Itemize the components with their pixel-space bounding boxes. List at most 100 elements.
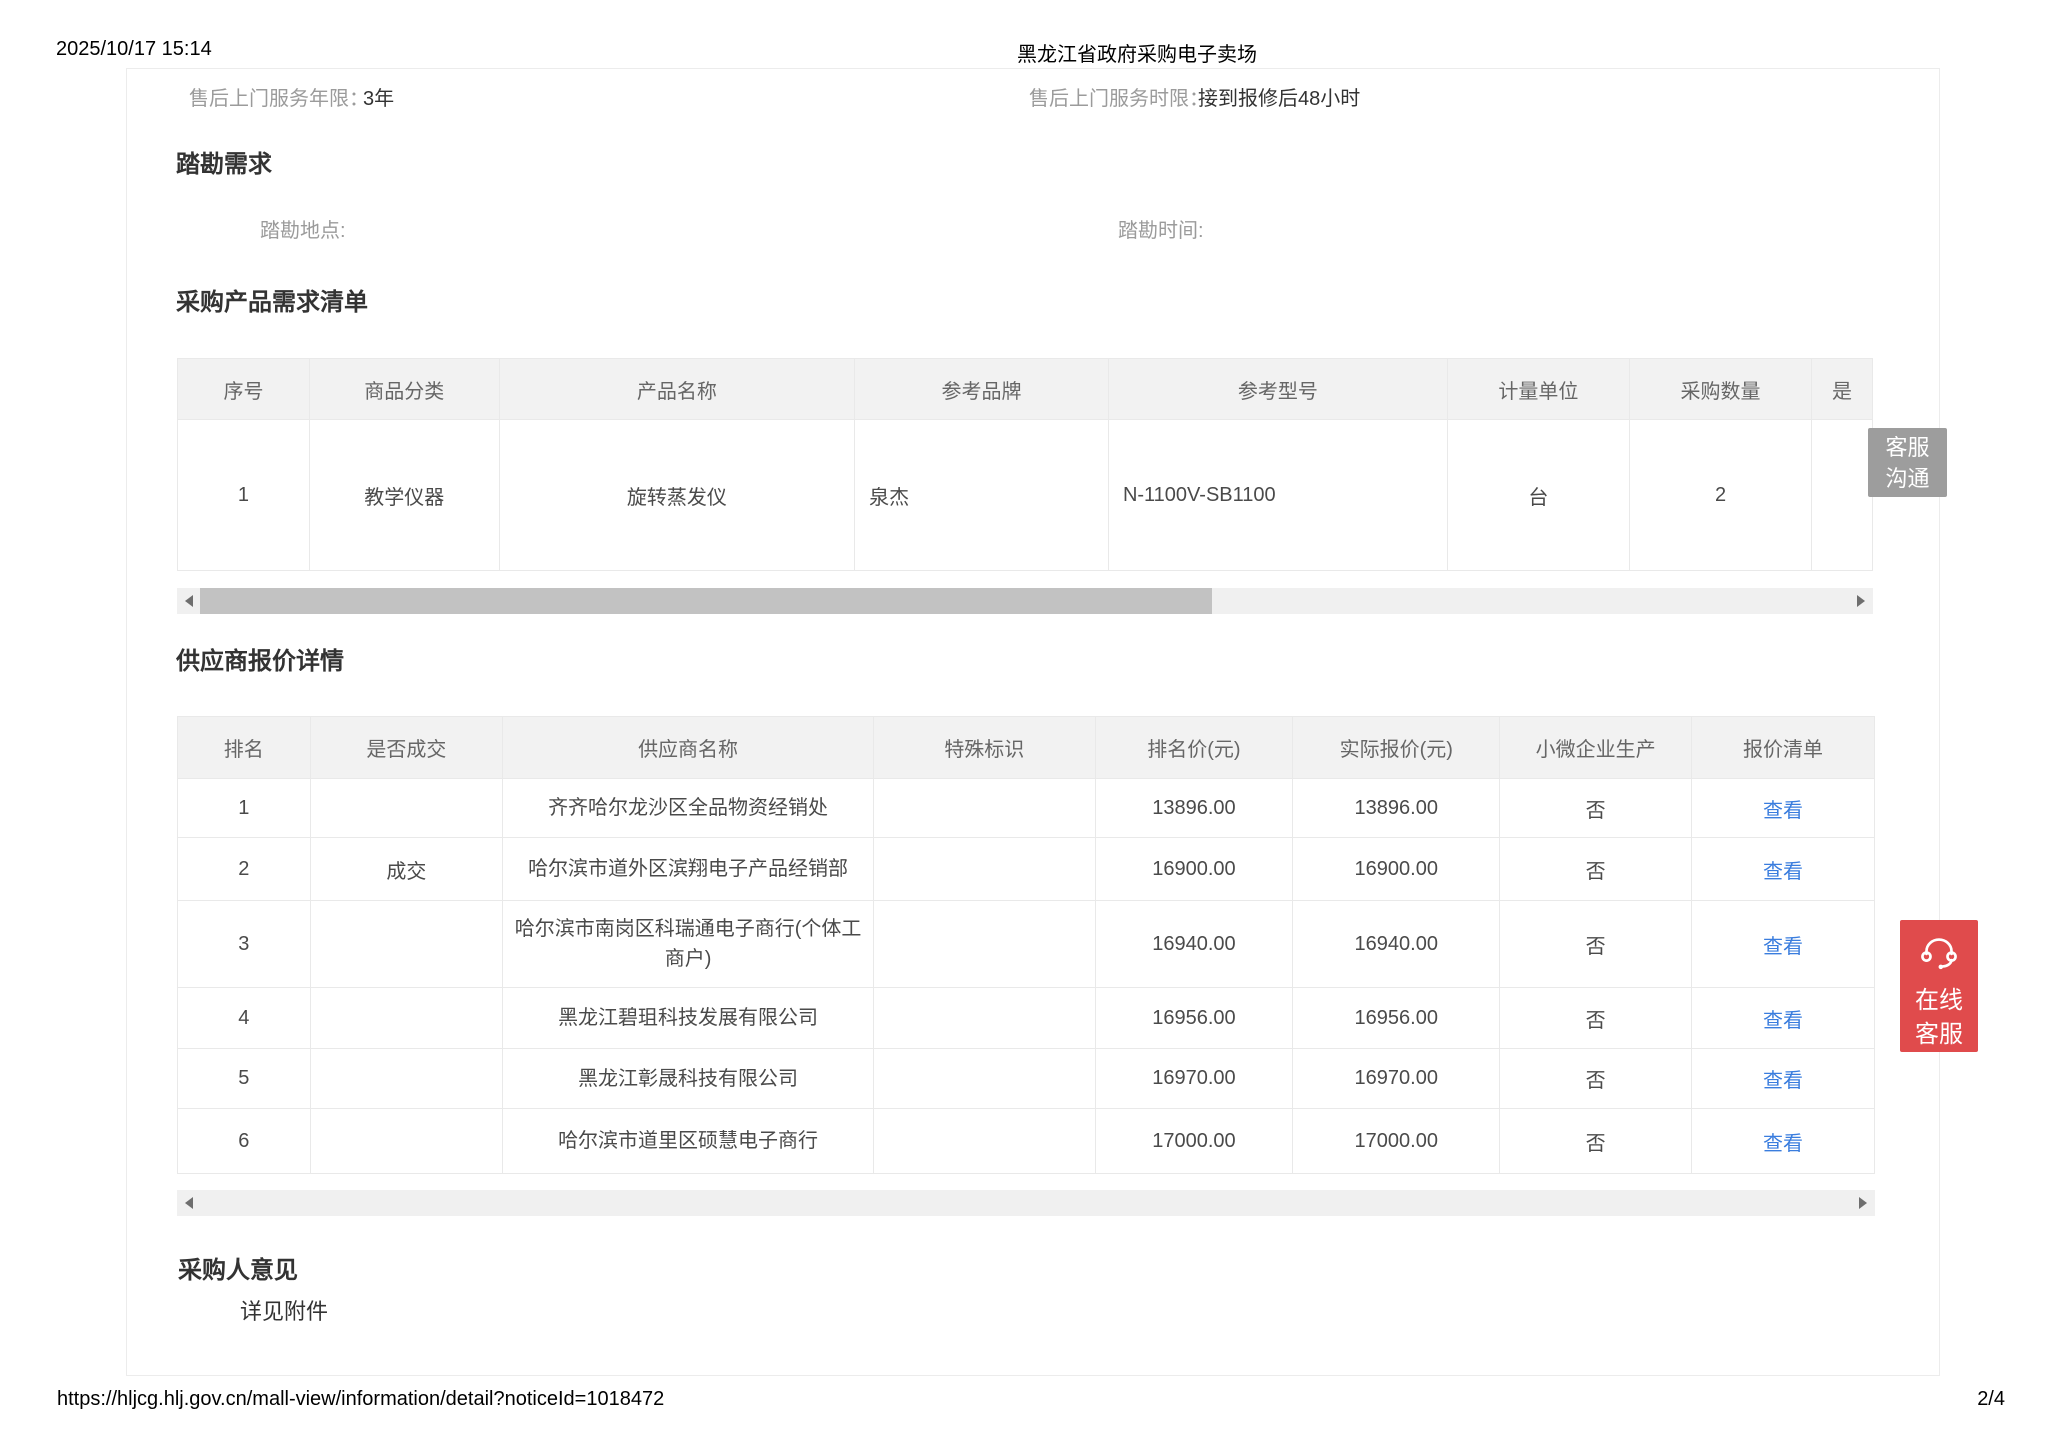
table-cell xyxy=(873,838,1095,901)
product-table-scrollbar[interactable] xyxy=(177,588,1873,614)
table-cell: 16940.00 xyxy=(1293,901,1500,988)
column-header: 计量单位 xyxy=(1447,359,1629,420)
column-header: 序号 xyxy=(178,359,310,420)
column-header: 参考型号 xyxy=(1108,359,1447,420)
table-cell: 2 xyxy=(178,838,311,901)
column-header: 排名价(元) xyxy=(1095,717,1292,779)
table-cell xyxy=(873,901,1095,988)
customer-chat-button[interactable]: 客服 沟通 xyxy=(1868,428,1947,497)
column-header: 供应商名称 xyxy=(503,717,874,779)
after-sales-time-label: 售后上门服务时限： xyxy=(1029,82,1209,111)
table-cell: 查看 xyxy=(1692,988,1875,1049)
view-quote-link[interactable]: 查看 xyxy=(1763,936,1803,958)
table-cell: N-1100V-SB1100 xyxy=(1108,420,1447,571)
headset-icon xyxy=(1917,936,1961,970)
print-datetime: 2025/10/17 15:14 xyxy=(56,38,212,61)
column-header: 商品分类 xyxy=(309,359,499,420)
column-header: 产品名称 xyxy=(499,359,854,420)
table-cell xyxy=(310,779,503,838)
print-footer-page-number: 2/4 xyxy=(1977,1388,2005,1411)
after-sales-years-label: 售后上门服务年限： xyxy=(189,82,369,111)
table-cell: 16970.00 xyxy=(1293,1049,1500,1109)
scroll-left-icon[interactable] xyxy=(185,1197,193,1209)
table-cell: 哈尔滨市道外区滨翔电子产品经销部 xyxy=(503,838,874,901)
product-section-heading: 采购产品需求清单 xyxy=(176,282,368,317)
print-footer-url: https://hljcg.hlj.gov.cn/mall-view/infor… xyxy=(57,1388,664,1411)
quote-table-viewport: 排名是否成交供应商名称特殊标识排名价(元)实际报价(元)小微企业生产报价清单1齐… xyxy=(177,716,1875,1174)
online-service-label-line2: 客服 xyxy=(1915,1018,1963,1052)
scroll-right-icon[interactable] xyxy=(1857,595,1865,607)
table-cell: 黑龙江彰晟科技有限公司 xyxy=(503,1049,874,1109)
opinion-section-heading: 采购人意见 xyxy=(178,1250,298,1285)
table-cell: 否 xyxy=(1500,901,1692,988)
table-cell: 教学仪器 xyxy=(309,420,499,571)
table-cell: 16900.00 xyxy=(1095,838,1292,901)
table-cell: 查看 xyxy=(1692,1109,1875,1174)
table-cell: 16956.00 xyxy=(1095,988,1292,1049)
table-cell: 1 xyxy=(178,420,310,571)
table-cell: 13896.00 xyxy=(1293,779,1500,838)
survey-section-heading: 踏勘需求 xyxy=(176,144,272,179)
column-header: 小微企业生产 xyxy=(1500,717,1692,779)
view-quote-link[interactable]: 查看 xyxy=(1763,1070,1803,1092)
table-cell: 6 xyxy=(178,1109,311,1174)
table-cell: 否 xyxy=(1500,838,1692,901)
table-cell: 否 xyxy=(1500,779,1692,838)
table-cell: 旋转蒸发仪 xyxy=(499,420,854,571)
view-quote-link[interactable]: 查看 xyxy=(1763,861,1803,883)
customer-chat-label-line2: 沟通 xyxy=(1868,463,1947,494)
table-cell: 成交 xyxy=(310,838,503,901)
table-cell: 齐齐哈尔龙沙区全品物资经销处 xyxy=(503,779,874,838)
table-cell: 否 xyxy=(1500,988,1692,1049)
table-cell: 查看 xyxy=(1692,838,1875,901)
table-cell: 查看 xyxy=(1692,779,1875,838)
product-table: 序号商品分类产品名称参考品牌参考型号计量单位采购数量是 1教学仪器旋转蒸发仪泉杰N… xyxy=(177,358,1873,571)
table-cell: 否 xyxy=(1500,1049,1692,1109)
table-cell: 16900.00 xyxy=(1293,838,1500,901)
table-cell xyxy=(873,779,1095,838)
table-cell xyxy=(310,901,503,988)
online-service-label-line1: 在线 xyxy=(1915,984,1963,1018)
column-header: 参考品牌 xyxy=(855,359,1109,420)
table-cell: 黑龙江碧珇科技发展有限公司 xyxy=(503,988,874,1049)
table-cell xyxy=(873,1109,1095,1174)
survey-time-label: 踏勘时间: xyxy=(1118,214,1204,243)
after-sales-years-value: 3年 xyxy=(363,82,394,111)
table-cell: 1 xyxy=(178,779,311,838)
view-quote-link[interactable]: 查看 xyxy=(1763,1133,1803,1155)
column-header: 是 xyxy=(1812,359,1873,420)
table-cell: 查看 xyxy=(1692,1049,1875,1109)
view-quote-link[interactable]: 查看 xyxy=(1763,1010,1803,1032)
survey-location-label: 踏勘地点: xyxy=(260,214,346,243)
column-header: 采购数量 xyxy=(1629,359,1811,420)
table-cell: 泉杰 xyxy=(855,420,1109,571)
scroll-right-icon[interactable] xyxy=(1859,1197,1867,1209)
table-cell: 13896.00 xyxy=(1095,779,1292,838)
table-cell: 3 xyxy=(178,901,311,988)
table-cell: 2 xyxy=(1629,420,1811,571)
table-cell xyxy=(873,988,1095,1049)
table-cell: 17000.00 xyxy=(1293,1109,1500,1174)
scrollbar-thumb[interactable] xyxy=(200,588,1212,614)
quote-section-heading: 供应商报价详情 xyxy=(176,641,344,676)
table-cell xyxy=(310,988,503,1049)
table-cell: 5 xyxy=(178,1049,311,1109)
column-header: 实际报价(元) xyxy=(1293,717,1500,779)
table-cell: 16940.00 xyxy=(1095,901,1292,988)
quote-table: 排名是否成交供应商名称特殊标识排名价(元)实际报价(元)小微企业生产报价清单1齐… xyxy=(177,716,1875,1174)
print-preview-page: 2025/10/17 15:14 黑龙江省政府采购电子卖场 售后上门服务年限： … xyxy=(0,0,2048,1447)
table-cell: 哈尔滨市道里区硕慧电子商行 xyxy=(503,1109,874,1174)
customer-chat-label-line1: 客服 xyxy=(1868,432,1947,463)
view-quote-link[interactable]: 查看 xyxy=(1763,800,1803,822)
after-sales-time-value: 接到报修后48小时 xyxy=(1198,82,1360,111)
page-title: 黑龙江省政府采购电子卖场 xyxy=(1017,38,1257,67)
table-cell xyxy=(873,1049,1095,1109)
online-service-button[interactable]: 在线 客服 xyxy=(1900,920,1978,1052)
quote-table-scrollbar[interactable] xyxy=(177,1190,1875,1216)
table-cell xyxy=(310,1049,503,1109)
scroll-left-icon[interactable] xyxy=(185,595,193,607)
column-header: 是否成交 xyxy=(310,717,503,779)
column-header: 特殊标识 xyxy=(873,717,1095,779)
table-cell: 4 xyxy=(178,988,311,1049)
table-cell xyxy=(1812,420,1873,571)
